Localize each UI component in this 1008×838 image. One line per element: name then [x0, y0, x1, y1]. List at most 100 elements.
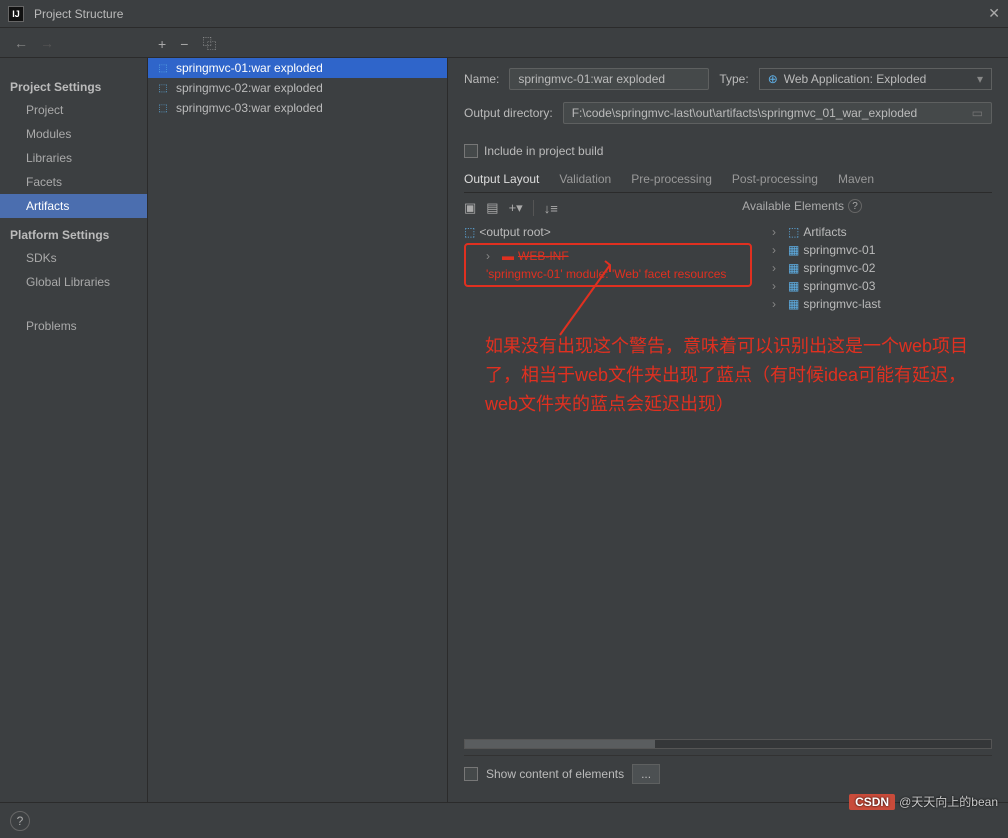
module-icon: ▦ [788, 297, 799, 311]
tree-root-label: <output root> [479, 225, 550, 239]
avail-module-label: springmvc-last [803, 297, 880, 311]
artifact-label: springmvc-02:war exploded [176, 81, 323, 95]
titlebar: IJ Project Structure ✕ [0, 0, 1008, 28]
tabs: Output Layout Validation Pre-processing … [464, 172, 992, 193]
avail-module-label: springmvc-03 [803, 279, 875, 293]
forward-arrow-icon[interactable]: → [34, 35, 60, 51]
help-small-icon[interactable]: ? [848, 199, 862, 213]
artifact-icon [156, 61, 170, 75]
type-value: Web Application: Exploded [784, 72, 927, 86]
show-content-label: Show content of elements [486, 767, 624, 781]
folder-icon: ▬ [502, 249, 514, 263]
show-content-row: Show content of elements ... [464, 755, 992, 792]
tab-output-layout[interactable]: Output Layout [464, 172, 539, 186]
sidebar-item-facets[interactable]: Facets [0, 170, 147, 194]
sidebar-item-project[interactable]: Project [0, 98, 147, 122]
module-icon: ▦ [788, 261, 799, 275]
horizontal-scrollbar[interactable] [464, 739, 992, 749]
avail-module[interactable]: › ▦ springmvc-01 [772, 241, 992, 259]
chevron-right-icon: › [772, 297, 784, 311]
artifact-item[interactable]: springmvc-01:war exploded [148, 58, 447, 78]
artifact-list-toolbar: + − ⿻ [158, 34, 216, 54]
copy-button[interactable]: ⿻ [202, 34, 216, 54]
platform-settings-heading: Platform Settings [0, 224, 147, 246]
tab-post-processing[interactable]: Post-processing [732, 172, 818, 186]
available-elements-header: Available Elements ? [742, 199, 862, 213]
artifact-item[interactable]: springmvc-03:war exploded [148, 98, 447, 118]
scrollbar-thumb[interactable] [465, 740, 655, 748]
artifact-label: springmvc-03:war exploded [176, 101, 323, 115]
type-dropdown[interactable]: ⊕ Web Application: Exploded ▾ [759, 68, 992, 90]
artifact-item[interactable]: springmvc-02:war exploded [148, 78, 447, 98]
help-button[interactable]: ? [10, 811, 30, 831]
back-arrow-icon[interactable]: ← [8, 35, 34, 51]
add-button[interactable]: + [158, 36, 166, 52]
window-title: Project Structure [34, 7, 123, 21]
browse-folder-icon[interactable]: ▭ [972, 106, 983, 120]
tree-webinf-label: WEB-INF [518, 249, 569, 263]
name-label: Name: [464, 72, 499, 86]
close-icon[interactable]: ✕ [988, 5, 1000, 22]
warning-text: 'springmvc-01' module: 'Web' facet resou… [486, 267, 726, 281]
avail-artifacts-label: Artifacts [803, 225, 846, 239]
left-sidebar: Project Settings Project Modules Librari… [0, 58, 148, 802]
tree-webinf[interactable]: › ▬ WEB-INF [470, 247, 746, 265]
new-archive-icon[interactable]: ▤ [486, 200, 498, 216]
tree-root[interactable]: ⬚ <output root> [464, 223, 752, 241]
type-label: Type: [719, 72, 748, 86]
available-elements-tree: › ⬚ Artifacts › ▦ springmvc-01 › ▦ sprin… [772, 223, 992, 739]
sort-icon[interactable]: ↓≡ [544, 201, 558, 216]
avail-module-label: springmvc-02 [803, 261, 875, 275]
avail-module[interactable]: › ▦ springmvc-03 [772, 277, 992, 295]
artifact-icon: ⬚ [788, 225, 799, 239]
artifact-icon [156, 101, 170, 115]
avail-module[interactable]: › ▦ springmvc-last [772, 295, 992, 313]
sidebar-item-libraries[interactable]: Libraries [0, 146, 147, 170]
sidebar-item-problems[interactable]: Problems [0, 314, 147, 338]
tab-maven[interactable]: Maven [838, 172, 874, 186]
tab-validation[interactable]: Validation [559, 172, 611, 186]
available-elements-label: Available Elements [742, 199, 844, 213]
artifact-list-panel: springmvc-01:war exploded springmvc-02:w… [148, 58, 448, 802]
chevron-down-icon: ▾ [977, 72, 983, 86]
avail-artifacts[interactable]: › ⬚ Artifacts [772, 223, 992, 241]
ellipsis-button[interactable]: ... [632, 764, 660, 784]
output-layout-toolbar: ▣ ▤ +▾ ↓≡ Available Elements ? [464, 193, 992, 223]
sidebar-item-artifacts[interactable]: Artifacts [0, 194, 147, 218]
chevron-right-icon: › [486, 249, 498, 263]
artifact-label: springmvc-01:war exploded [176, 61, 323, 75]
warning-highlight-box: › ▬ WEB-INF 'springmvc-01' module: 'Web'… [464, 243, 752, 287]
chevron-right-icon: › [772, 225, 784, 239]
chevron-right-icon: › [772, 243, 784, 257]
artifact-icon [156, 81, 170, 95]
tree-warning[interactable]: 'springmvc-01' module: 'Web' facet resou… [470, 265, 746, 283]
output-dir-label: Output directory: [464, 106, 553, 120]
show-content-checkbox[interactable] [464, 767, 478, 781]
project-settings-heading: Project Settings [0, 76, 147, 98]
globe-icon: ⊕ [768, 72, 778, 86]
name-input[interactable]: springmvc-01:war exploded [509, 68, 709, 90]
avail-module-label: springmvc-01 [803, 243, 875, 257]
sidebar-item-global-libraries[interactable]: Global Libraries [0, 270, 147, 294]
add-copy-icon[interactable]: +▾ [509, 200, 523, 216]
include-checkbox-row[interactable]: Include in project build [464, 144, 992, 158]
details-panel: Name: springmvc-01:war exploded Type: ⊕ … [448, 58, 1008, 802]
output-dir-input[interactable]: F:\code\springmvc-last\out\artifacts\spr… [563, 102, 992, 124]
module-icon: ▦ [788, 279, 799, 293]
output-dir-value: F:\code\springmvc-last\out\artifacts\spr… [572, 106, 918, 120]
chevron-right-icon: › [772, 261, 784, 275]
app-icon: IJ [8, 6, 24, 22]
module-icon: ▦ [788, 243, 799, 257]
artifact-root-icon: ⬚ [464, 225, 475, 239]
tab-pre-processing[interactable]: Pre-processing [631, 172, 712, 186]
nav-bar: ← → [0, 28, 1008, 58]
include-checkbox[interactable] [464, 144, 478, 158]
remove-button[interactable]: − [180, 36, 188, 52]
new-folder-icon[interactable]: ▣ [464, 200, 476, 216]
sidebar-item-sdks[interactable]: SDKs [0, 246, 147, 270]
sidebar-item-modules[interactable]: Modules [0, 122, 147, 146]
include-label: Include in project build [484, 144, 603, 158]
avail-module[interactable]: › ▦ springmvc-02 [772, 259, 992, 277]
footer: ? [0, 802, 1008, 838]
chevron-right-icon: › [772, 279, 784, 293]
